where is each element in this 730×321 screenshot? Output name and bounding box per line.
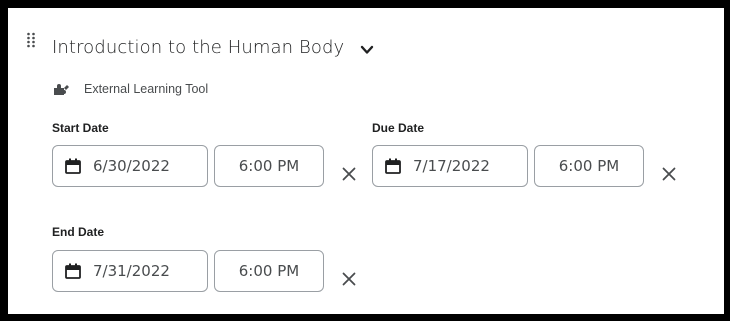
end-date-input[interactable]: 7/31/2022: [52, 250, 208, 292]
close-icon: [342, 167, 356, 181]
calendar-icon: [385, 158, 401, 174]
due-date-input[interactable]: 7/17/2022: [372, 145, 528, 187]
due-time-input[interactable]: 6:00 PM: [534, 145, 644, 187]
clear-start-date-button[interactable]: [339, 164, 359, 184]
activity-type: External Learning Tool: [53, 80, 208, 98]
close-icon: [662, 167, 676, 181]
end-date-value: 7/31/2022: [93, 262, 170, 280]
start-time-input[interactable]: 6:00 PM: [214, 145, 324, 187]
start-date-input[interactable]: 6/30/2022: [52, 145, 208, 187]
start-date-label: Start Date: [52, 121, 109, 135]
end-time-value: 6:00 PM: [238, 262, 300, 280]
end-date-label: End Date: [52, 225, 105, 239]
close-icon: [342, 272, 356, 286]
start-time-value: 6:00 PM: [238, 157, 300, 175]
activity-type-label: External Learning Tool: [84, 82, 209, 96]
calendar-icon: [65, 158, 81, 174]
end-time-input[interactable]: 6:00 PM: [214, 250, 324, 292]
calendar-icon: [65, 263, 81, 279]
activity-header: Introduction to the Human Body: [52, 33, 374, 61]
due-date-value: 7/17/2022: [413, 157, 490, 175]
drag-handle-icon[interactable]: [26, 32, 36, 48]
start-date-value: 6/30/2022: [93, 157, 170, 175]
due-time-value: 6:00 PM: [558, 157, 620, 175]
activity-dates-panel: Introduction to the Human Body External …: [8, 8, 724, 314]
chevron-down-icon[interactable]: [360, 43, 374, 57]
due-date-label: Due Date: [372, 121, 425, 135]
clear-due-date-button[interactable]: [659, 164, 679, 184]
puzzle-piece-icon: [54, 83, 69, 95]
clear-end-date-button[interactable]: [339, 269, 359, 289]
activity-title[interactable]: Introduction to the Human Body: [52, 37, 344, 58]
